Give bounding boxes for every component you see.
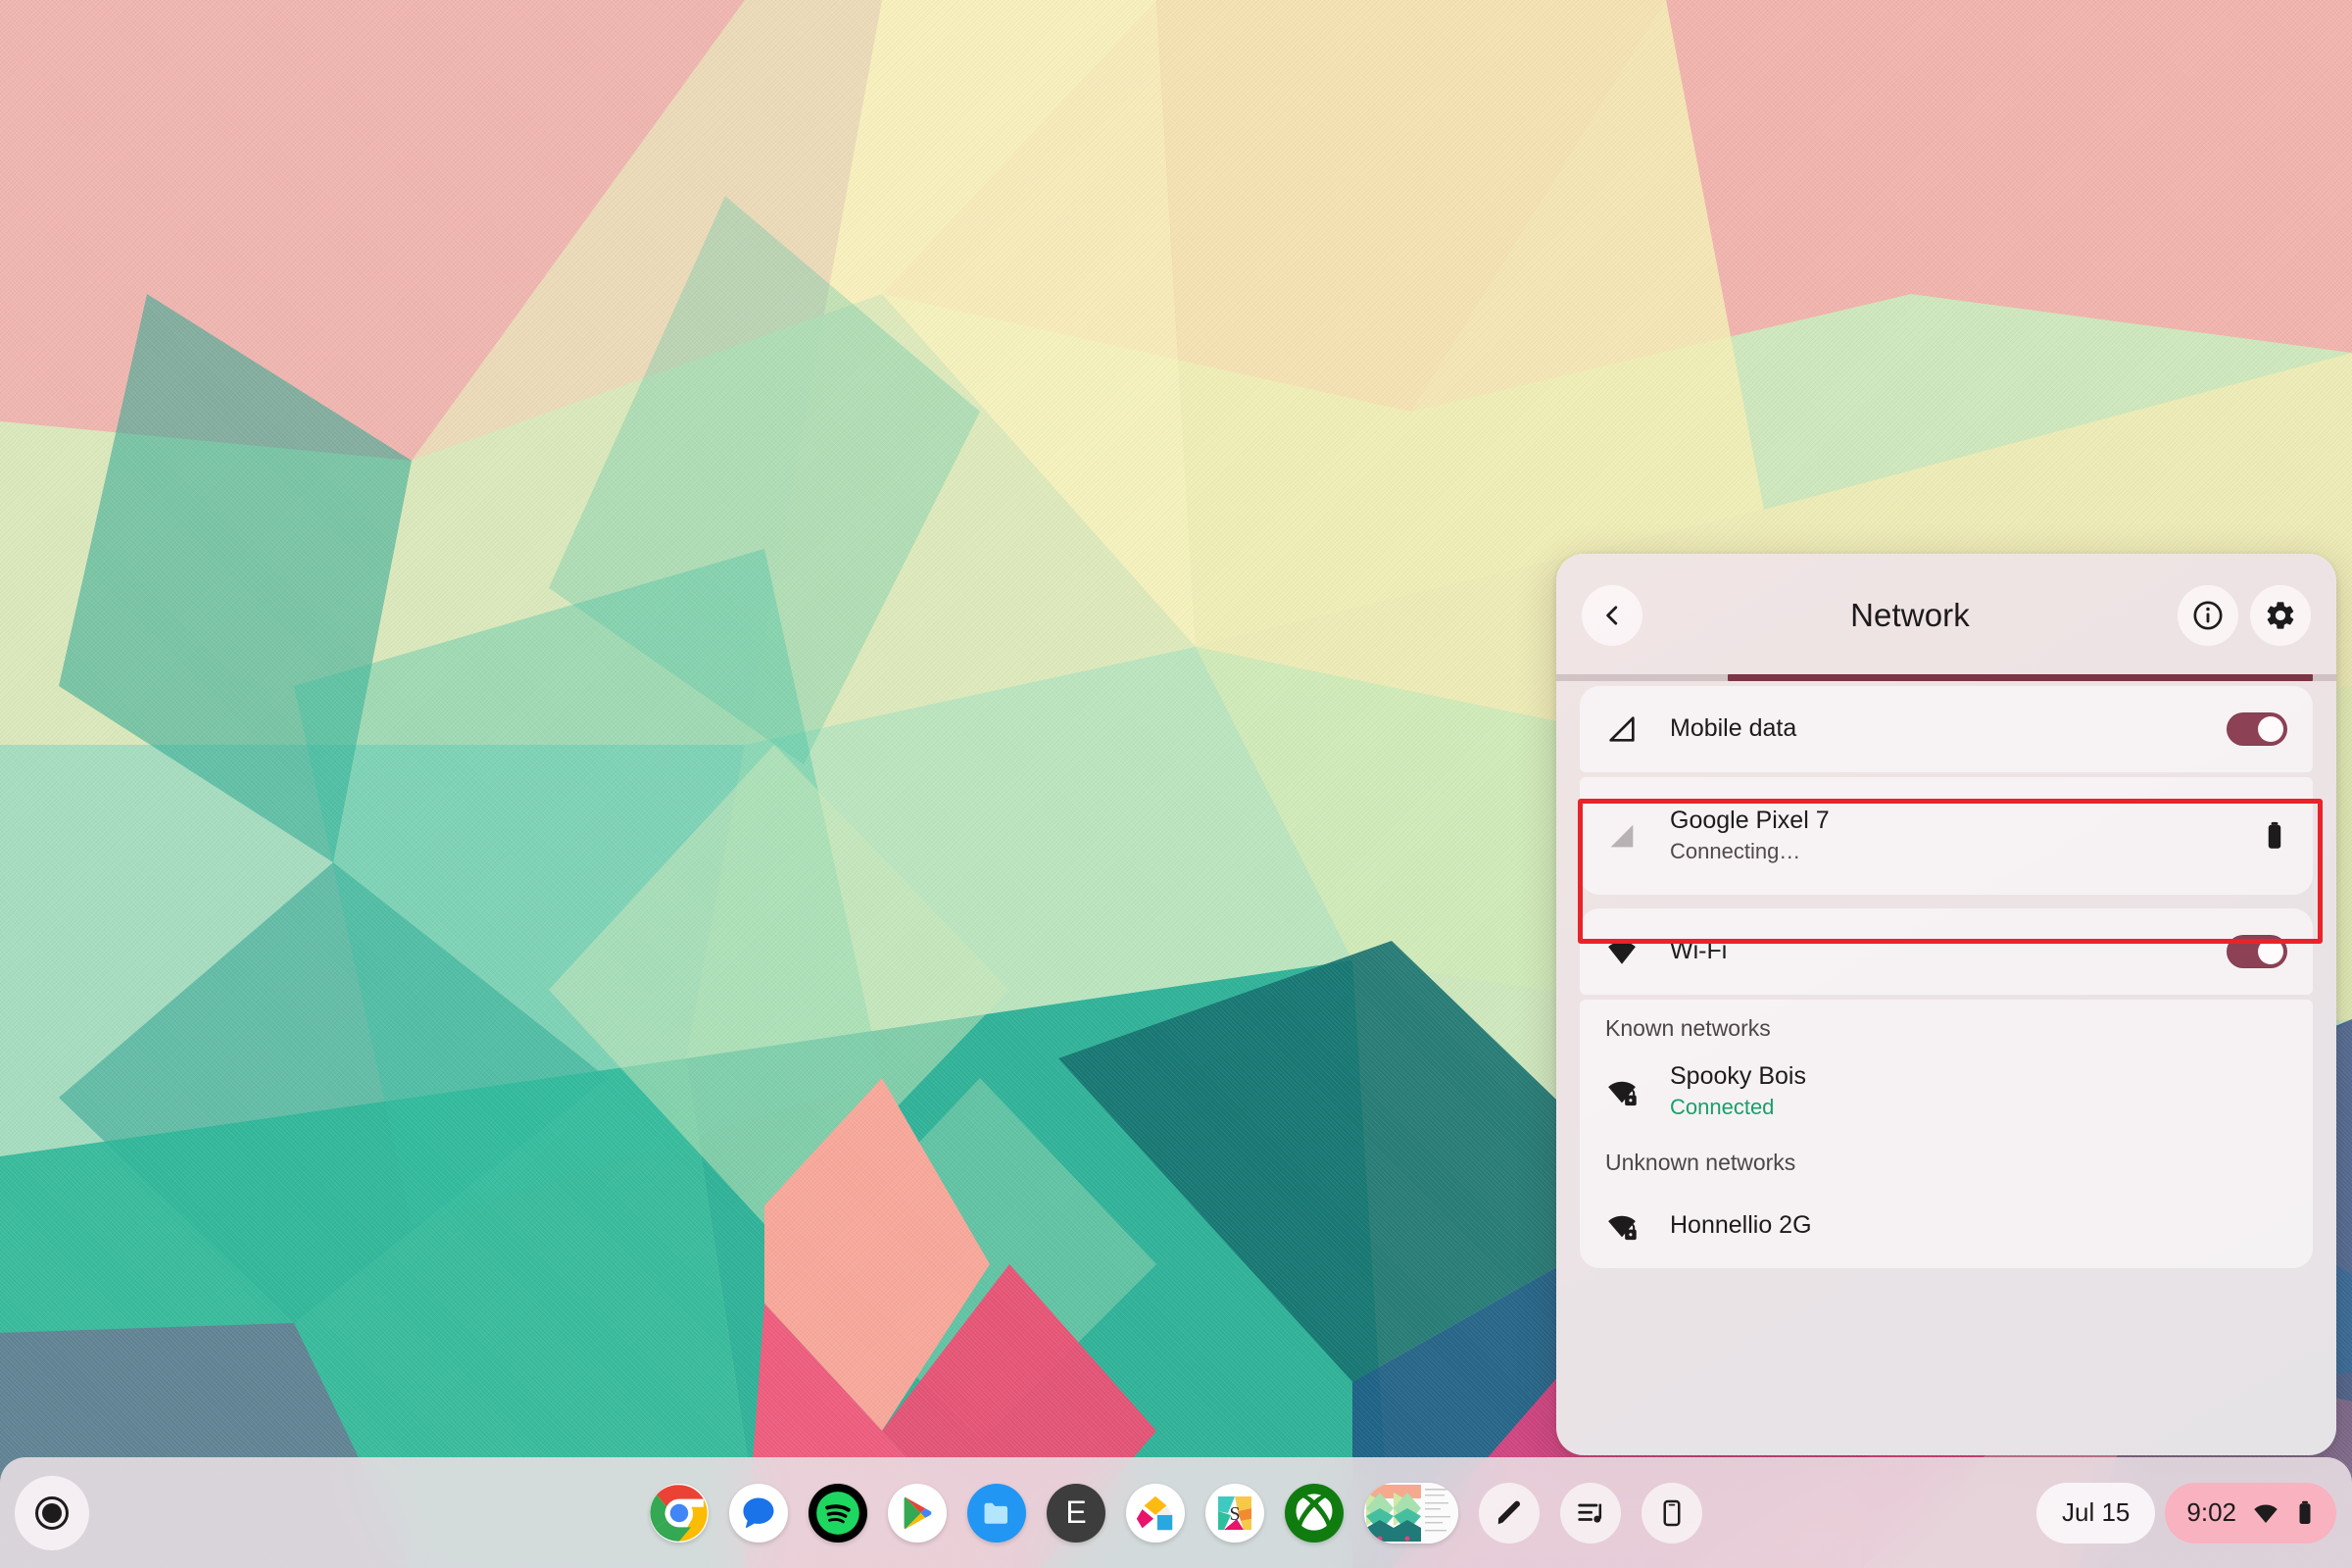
list-item-spooky-bois[interactable]: Spooky Bois Connected — [1580, 1050, 2313, 1134]
app-shortcuts: E S — [650, 1482, 1702, 1544]
row-mobile-data[interactable]: Mobile data — [1580, 686, 2313, 772]
date-tray-button[interactable]: Jul 15 — [2036, 1482, 2156, 1544]
chrome-icon — [650, 1484, 708, 1542]
settings-button[interactable] — [2250, 584, 2311, 646]
page-title: Network — [1850, 596, 1970, 633]
wifi-group: Wi-Fi — [1580, 908, 2313, 995]
app-icon-chrome[interactable] — [650, 1483, 709, 1543]
list-item-text: Spooky Bois Connected — [1650, 1061, 2287, 1122]
spotify-icon — [816, 1491, 859, 1535]
row-trailing — [2262, 819, 2287, 853]
row-google-pixel-7[interactable]: Google Pixel 7 Connecting… — [1580, 777, 2313, 895]
window-preview-graphic — [1364, 1482, 1458, 1544]
gear-icon — [2267, 601, 2294, 629]
row-mobile-data-text: Mobile data — [1650, 713, 2227, 744]
colorful-app-icon — [1136, 1494, 1175, 1532]
panel-body: Mobile data Google Pixel 7 Connecting… W… — [1556, 676, 2336, 1268]
mobile-data-toggle[interactable] — [2227, 712, 2287, 746]
list-item-text: Honnellio 2G — [1650, 1210, 2287, 1241]
network-status: Connected — [1670, 1095, 1775, 1120]
toggle-knob — [2258, 939, 2283, 964]
stylus-icon — [1497, 1500, 1520, 1524]
media-playlist-icon — [1578, 1503, 1602, 1523]
messages-icon — [743, 1496, 774, 1528]
row-trailing — [2227, 935, 2287, 968]
known-networks-label: Known networks — [1605, 1015, 1771, 1041]
info-button[interactable] — [2178, 584, 2238, 646]
cellular-signal-icon — [1605, 712, 1650, 746]
wifi-icon — [1605, 935, 1650, 968]
clock-label: 9:02 — [2186, 1497, 2236, 1527]
unknown-networks-label: Unknown networks — [1605, 1150, 1796, 1175]
app-icon-e-app[interactable]: E — [1047, 1483, 1105, 1543]
cellular-signal-dim-icon — [1605, 819, 1650, 853]
toggle-knob — [2258, 716, 2283, 742]
row-title: Google Pixel 7 — [1670, 807, 1830, 835]
app-letter: E — [1065, 1494, 1087, 1530]
panel-header: Network — [1556, 554, 2336, 676]
files-folder-icon — [984, 1502, 1008, 1524]
app-icon-files[interactable] — [967, 1483, 1026, 1543]
date-label: Jul 15 — [2062, 1497, 2131, 1527]
launcher-dot — [42, 1502, 62, 1523]
header-actions — [2178, 584, 2311, 646]
phone-hub-icon — [1663, 1499, 1681, 1526]
xbox-icon — [1290, 1489, 1339, 1537]
wifi-lock-icon — [1605, 1209, 1650, 1243]
shelf: E S Jul 15 9:02 — [0, 1457, 2352, 1568]
stylus-tools-button[interactable] — [1479, 1482, 1540, 1544]
wifi-toggle[interactable] — [2227, 935, 2287, 968]
list-item-honnellio-2g[interactable]: Honnellio 2G — [1580, 1184, 2313, 1268]
launcher-button[interactable] — [15, 1475, 89, 1550]
row-wifi-text: Wi-Fi — [1650, 936, 2227, 966]
mobile-data-group: Mobile data — [1580, 686, 2313, 772]
networks-list-group: Known networks Spooky Bois Connected Unk… — [1580, 1000, 2313, 1268]
info-icon — [2193, 600, 2223, 630]
row-trailing — [2227, 712, 2287, 746]
app-icon-play-store[interactable] — [888, 1483, 947, 1543]
app-icon-xbox[interactable] — [1285, 1483, 1344, 1543]
loading-progress-fill — [1728, 674, 2314, 681]
battery-icon — [2299, 1500, 2311, 1524]
tether-device-group: Google Pixel 7 Connecting… — [1580, 777, 2313, 895]
chevron-left-icon — [1606, 605, 1618, 625]
network-name: Honnellio 2G — [1670, 1211, 1812, 1240]
wifi-lock-icon — [1605, 1075, 1650, 1108]
wifi-icon — [2254, 1504, 2278, 1523]
network-name: Spooky Bois — [1670, 1062, 1806, 1091]
row-subtitle: Connecting… — [1670, 839, 1801, 864]
media-controls-button[interactable] — [1560, 1482, 1621, 1544]
s-app-icon: S — [1218, 1495, 1251, 1530]
battery-icon — [2268, 821, 2281, 849]
row-title: Mobile data — [1670, 714, 1797, 743]
system-tray-button[interactable]: 9:02 — [2165, 1482, 2336, 1544]
app-icon-messages[interactable] — [729, 1483, 788, 1543]
svg-text:S: S — [1229, 1503, 1240, 1525]
app-icon-s-app[interactable]: S — [1205, 1483, 1264, 1543]
status-tray: Jul 15 9:02 — [2036, 1482, 2336, 1544]
loading-progress-bar — [1556, 674, 2336, 681]
network-quick-settings-panel: Network Mobile data Google Pixel 7 Conne… — [1556, 554, 2336, 1455]
row-wifi[interactable]: Wi-Fi — [1580, 908, 2313, 995]
app-icon-colorful-app[interactable] — [1126, 1483, 1185, 1543]
phone-hub-button[interactable] — [1642, 1482, 1702, 1544]
window-preview-thumbnail[interactable] — [1364, 1482, 1458, 1544]
row-title: Wi-Fi — [1670, 937, 1728, 965]
play-store-icon — [904, 1496, 932, 1529]
app-icon-spotify[interactable] — [808, 1483, 867, 1543]
back-button[interactable] — [1582, 584, 1642, 646]
row-google-pixel-7-text: Google Pixel 7 Connecting… — [1650, 806, 2262, 866]
launcher-icon — [35, 1495, 69, 1530]
